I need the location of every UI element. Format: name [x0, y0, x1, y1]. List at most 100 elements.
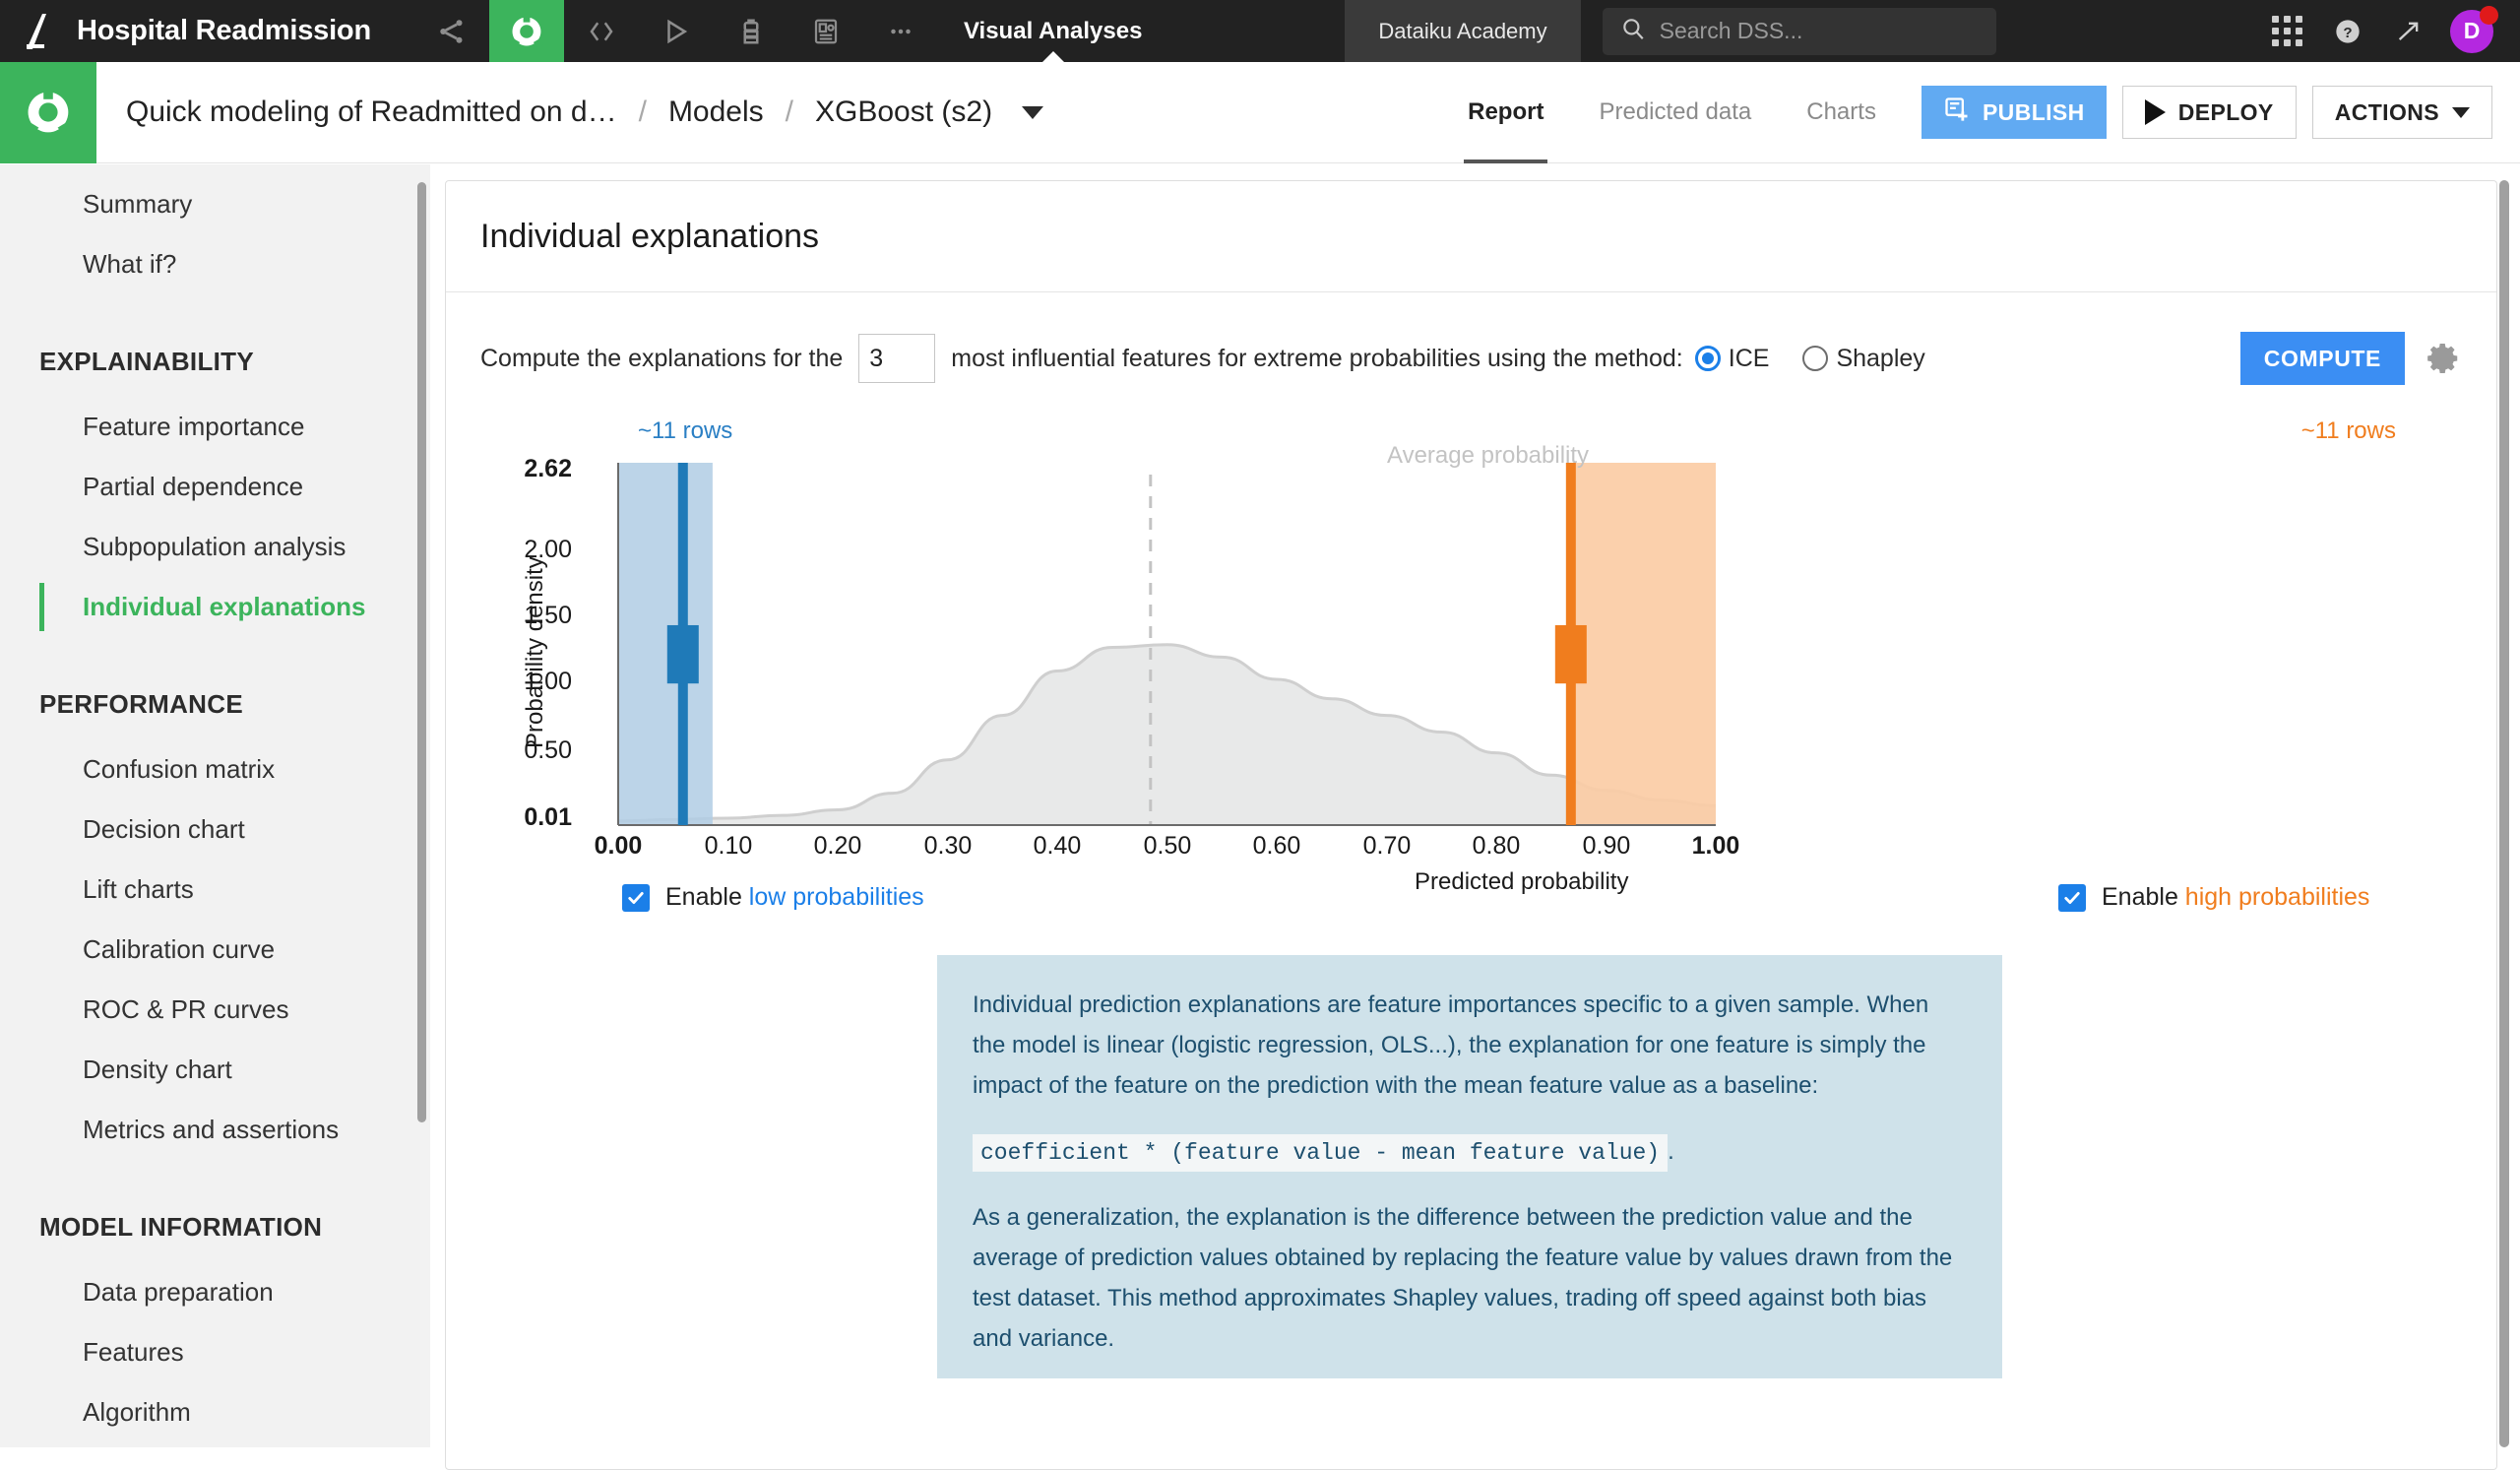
- high-probabilities-label: Enable high probabilities: [2102, 883, 2369, 912]
- enable-low-probabilities-row[interactable]: Enable low probabilities: [622, 883, 924, 912]
- sidebar-item-lift-charts[interactable]: Lift charts: [0, 860, 430, 920]
- section-label-visual-analyses[interactable]: Visual Analyses: [938, 0, 1167, 62]
- breadcrumb-models[interactable]: Models: [668, 96, 764, 129]
- sidebar-item-metrics-and-assertions[interactable]: Metrics and assertions: [0, 1100, 430, 1160]
- play-triangle-icon: [2144, 99, 2166, 125]
- x-tick-0-20: 0.20: [813, 832, 862, 860]
- radio-unselected-icon: [1802, 346, 1829, 371]
- jobs-icon[interactable]: [714, 0, 788, 62]
- sidebar-item-partial-dependence[interactable]: Partial dependence: [0, 457, 430, 517]
- play-icon[interactable]: [639, 0, 714, 62]
- sidebar-item-feature-importance[interactable]: Feature importance: [0, 397, 430, 457]
- breadcrumb-separator-1: /: [638, 96, 647, 128]
- flow-icon[interactable]: [414, 0, 489, 62]
- breadcrumb-separator-2: /: [785, 96, 793, 128]
- info-code-1-suffix: .: [1668, 1138, 1674, 1165]
- compute-button[interactable]: COMPUTE: [2239, 332, 2405, 385]
- high-probabilities-checkbox[interactable]: [2058, 883, 2086, 912]
- search-input[interactable]: Search DSS...: [1602, 7, 1996, 55]
- info-paragraph-2: As a generalization, the explanation is …: [973, 1204, 1953, 1352]
- sidebar-item-summary[interactable]: Summary: [0, 174, 430, 234]
- x-tick-0-30: 0.30: [923, 832, 973, 860]
- sidebar-item-data-preparation[interactable]: Data preparation: [0, 1262, 430, 1322]
- sidebar-section-explainability: EXPLAINABILITY: [39, 347, 254, 376]
- sidebar-item-roc-pr-curves[interactable]: ROC & PR curves: [0, 980, 430, 1040]
- x-tick-0-70: 0.70: [1362, 832, 1412, 860]
- sidebar-item-calibration-curve[interactable]: Calibration curve: [0, 920, 430, 980]
- lab-icon[interactable]: [488, 0, 564, 62]
- notification-badge-dot: [2480, 6, 2498, 25]
- deploy-button[interactable]: DEPLOY: [2121, 86, 2297, 139]
- y-tick-2-62: 2.62: [524, 455, 572, 482]
- model-tabs: Report Predicted data Charts PUBLISH DEP…: [1440, 62, 2520, 163]
- publish-button[interactable]: PUBLISH: [1921, 86, 2107, 139]
- dataiku-logo-icon[interactable]: [0, 0, 77, 62]
- low-probabilities-label: Enable low probabilities: [665, 883, 924, 912]
- x-tick-0-80: 0.80: [1472, 832, 1521, 860]
- x-tick-0-60: 0.60: [1252, 832, 1301, 860]
- method-ice-label: ICE: [1728, 344, 1770, 372]
- help-icon[interactable]: ?: [2317, 0, 2378, 62]
- y-axis-label: Probability density: [522, 556, 548, 748]
- sidebar-item-decision-chart[interactable]: Decision chart: [0, 799, 430, 860]
- dashboard-icon[interactable]: [788, 0, 863, 62]
- sidebar-item-subpopulation-analysis[interactable]: Subpopulation analysis: [0, 517, 430, 577]
- sidebar-item-algorithm[interactable]: Algorithm: [0, 1382, 430, 1442]
- sidebar-item-features[interactable]: Features: [0, 1322, 430, 1382]
- sidebar-item-individual-explanations[interactable]: Individual explanations: [0, 577, 430, 637]
- sidebar-item-what-if[interactable]: What if?: [0, 234, 430, 294]
- publish-label: PUBLISH: [1982, 98, 2085, 125]
- x-tick-0-40: 0.40: [1033, 832, 1082, 860]
- breadcrumb-model[interactable]: XGBoost (s2): [815, 96, 992, 129]
- chevron-down-icon: [2452, 106, 2470, 118]
- main-scrollbar[interactable]: [2499, 180, 2509, 1447]
- method-radio-ice[interactable]: ICE: [1694, 344, 1770, 373]
- deploy-label: DEPLOY: [2177, 98, 2274, 125]
- actions-button[interactable]: ACTIONS: [2311, 86, 2492, 139]
- tab-charts[interactable]: Charts: [1779, 62, 1904, 163]
- breadcrumb-analysis[interactable]: Quick modeling of Readmitted on d…: [126, 96, 617, 129]
- publish-icon: [1943, 96, 1971, 129]
- features-count-input[interactable]: [858, 334, 936, 383]
- sidebar-item-confusion-matrix[interactable]: Confusion matrix: [0, 739, 430, 799]
- section-label-text: Visual Analyses: [963, 17, 1143, 44]
- svg-text:?: ?: [2343, 24, 2352, 40]
- user-avatar[interactable]: D: [2439, 0, 2504, 62]
- info-code-line-1: coefficient * (feature value - mean feat…: [973, 1131, 1967, 1172]
- apps-grid-icon[interactable]: [2256, 0, 2317, 62]
- method-radio-shapley[interactable]: Shapley: [1802, 345, 1925, 373]
- dataiku-academy-button[interactable]: Dataiku Academy: [1345, 0, 1581, 62]
- x-tick-0-50: 0.50: [1143, 832, 1192, 860]
- gear-icon[interactable]: [2425, 340, 2462, 377]
- low-rows-count-label: ~11 rows: [638, 417, 733, 444]
- enable-high-probabilities-row[interactable]: Enable high probabilities: [2058, 883, 2369, 912]
- info-code-1: coefficient * (feature value - mean feat…: [973, 1134, 1669, 1172]
- page-title: Individual explanations: [480, 218, 820, 255]
- trending-up-icon[interactable]: [2378, 0, 2439, 62]
- probability-density-chart: [446, 417, 2498, 831]
- low-cb-prefix: Enable: [665, 883, 749, 911]
- radio-selected-icon: [1694, 346, 1721, 371]
- tab-predicted-data[interactable]: Predicted data: [1571, 62, 1779, 163]
- breadcrumb: Quick modeling of Readmitted on d… / Mod…: [96, 96, 1044, 129]
- high-rows-count-label: ~11 rows: [2300, 417, 2396, 444]
- low-cb-accent: low probabilities: [748, 883, 924, 911]
- controls-text-after: most influential features for extreme pr…: [951, 344, 1683, 372]
- x-tick-0-00: 0.00: [594, 832, 643, 860]
- low-probabilities-checkbox[interactable]: [622, 883, 650, 912]
- x-tick-1-00: 1.00: [1691, 832, 1740, 860]
- code-icon[interactable]: [564, 0, 639, 62]
- sidebar-scrollbar[interactable]: [417, 182, 426, 1122]
- x-tick-0-90: 0.90: [1582, 832, 1631, 860]
- x-axis-label: Predicted probability: [1415, 868, 1629, 895]
- y-tick-2-00: 2.00: [524, 536, 572, 563]
- project-title: Hospital Readmission: [77, 15, 371, 46]
- breadcrumb-chevron-down-icon[interactable]: [1022, 105, 1044, 119]
- explanations-controls: Compute the explanations for the most in…: [446, 319, 2496, 398]
- tab-report[interactable]: Report: [1440, 62, 1571, 163]
- more-icon[interactable]: [863, 0, 938, 62]
- sidebar-item-density-chart[interactable]: Density chart: [0, 1040, 430, 1100]
- controls-text-before: Compute the explanations for the: [480, 344, 844, 372]
- sidebar-section-performance: PERFORMANCE: [39, 689, 243, 719]
- top-navigation-bar: Hospital Readmission Visual Analyses Dat…: [0, 0, 2520, 62]
